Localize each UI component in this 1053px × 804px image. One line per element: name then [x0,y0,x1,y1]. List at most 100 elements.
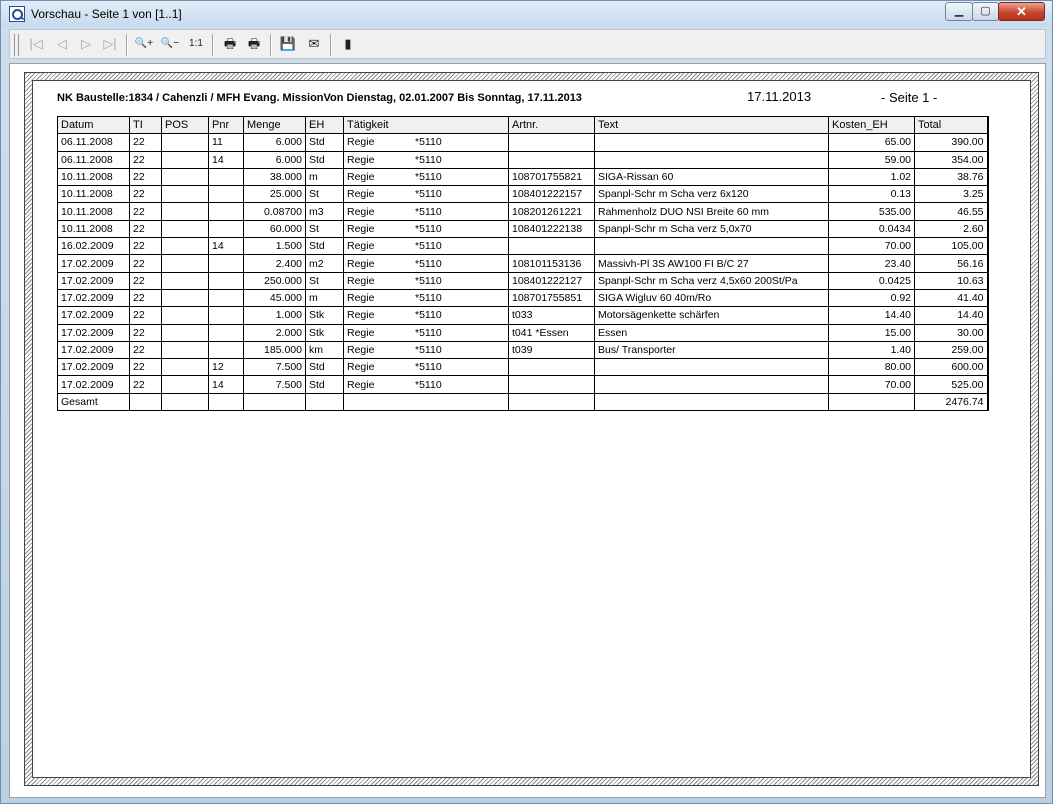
table-row: 17.02.2009 22 185.000 km Regie *5110 t039 Bus/ … [57,340,989,360]
activity-code: *5110 [415,361,442,374]
col-kosten-eh: Kosten_EH [828,115,915,135]
cell-artnr: 108401222127 [508,271,595,290]
cell-eh: km [305,340,344,360]
cell-datum: 17.02.2009 [57,271,130,290]
activity-code: *5110 [415,136,442,149]
email-icon[interactable]: ✉ [304,34,324,54]
cell-taetigkeit: Regie *5110 [343,254,509,273]
cell-menge: 0.08700 [243,202,306,221]
activity-name: Regie [347,188,375,201]
activity-code: *5110 [415,205,442,218]
print-icon[interactable]: 🖶 [220,34,240,54]
cell-menge: 7.500 [243,358,306,377]
actual-size-icon[interactable]: 1:1 [186,34,206,54]
cell-eh: St [305,271,344,290]
zoom-out-icon[interactable]: 🔍− [160,34,180,54]
cell-datum: 17.02.2009 [57,254,130,273]
activity-name: Regie [347,274,375,287]
cell-total: 600.00 [914,358,989,377]
cell-datum: 06.11.2008 [57,133,130,152]
cell-pos [161,150,209,169]
next-page-icon[interactable]: ▷ [76,34,96,54]
cell-total: 3.25 [914,185,989,204]
cell-pos [161,185,209,204]
table-row: 17.02.2009 22 1.000 Stk Regie *5110 t033 Motors… [57,306,989,325]
cell-pos [161,358,209,377]
cell-text: Essen [594,323,829,342]
sum-empty [343,392,509,412]
activity-code: *5110 [415,240,442,253]
cell-menge: 1.000 [243,306,306,325]
sum-empty [828,392,915,412]
cell-datum: 10.11.2008 [57,202,130,221]
cell-total: 30.00 [914,323,989,342]
cell-total: 41.40 [914,288,989,308]
toolbar-grip[interactable] [14,34,19,56]
save-icon[interactable]: 💾 [278,34,298,54]
toolbar-separator [270,34,271,56]
table-row: 16.02.2009 22 14 1.500 Std Regie *5110 70.00 105… [57,237,989,256]
cell-pos [161,167,209,187]
cell-ti: 22 [129,288,162,308]
col-total: Total [914,115,989,135]
cell-kosten-eh: 80.00 [828,358,915,377]
preview-window: Vorschau - Seite 1 von [1..1] ▁ ▢ ✕ |◁ ◁… [0,0,1053,804]
activity-code: *5110 [415,344,442,356]
close-button[interactable]: ✕ [998,2,1045,21]
cell-artnr [508,358,595,377]
previous-page-icon[interactable]: ◁ [52,34,72,54]
exit-icon[interactable]: ▮ [338,34,358,54]
cell-datum: 17.02.2009 [57,340,130,360]
activity-name: Regie [347,309,375,322]
cell-artnr [508,375,595,394]
cell-artnr: 108401222138 [508,219,595,239]
cell-text: Motorsägenkette schärfen [594,306,829,325]
cell-text: Bus/ Transporter [594,340,829,360]
cell-menge: 1.500 [243,237,306,256]
cell-ti: 22 [129,185,162,204]
cell-menge: 6.000 [243,150,306,169]
last-page-icon[interactable]: ▷| [100,34,120,54]
cell-kosten-eh: 23.40 [828,254,915,273]
minimize-button[interactable]: ▁ [945,2,973,21]
cell-eh: Std [305,237,344,256]
col-taetigkeit: Tätigkeit [343,115,509,135]
cell-pos [161,271,209,290]
cell-pnr [208,288,244,308]
activity-code: *5110 [415,274,442,287]
print-setup-icon[interactable]: 🖶 [244,34,264,54]
cell-pnr: 12 [208,358,244,377]
cell-text [594,358,829,377]
cell-eh: Std [305,133,344,152]
cell-eh: Std [305,150,344,169]
cell-pos [161,254,209,273]
cell-artnr: 108701755821 [508,167,595,187]
activity-code: *5110 [415,153,442,166]
cell-taetigkeit: Regie *5110 [343,340,509,360]
cell-artnr [508,237,595,256]
cell-pnr [208,323,244,342]
cell-eh: m2 [305,254,344,273]
cell-ti: 22 [129,254,162,273]
col-menge: Menge [243,115,306,135]
cell-text: Spanpl-Schr m Scha verz 4,5x60 200St/Pa [594,271,829,290]
title-bar[interactable]: Vorschau - Seite 1 von [1..1] ▁ ▢ ✕ [1,1,1052,27]
cell-datum: 10.11.2008 [57,219,130,239]
activity-code: *5110 [415,222,442,235]
table-row: 17.02.2009 22 2.000 Stk Regie *5110 t041 *Esse… [57,323,989,342]
first-page-icon[interactable]: |◁ [26,34,46,54]
cell-pos [161,340,209,360]
activity-name: Regie [347,240,375,253]
cell-taetigkeit: Regie *5110 [343,375,509,394]
cell-taetigkeit: Regie *5110 [343,323,509,342]
activity-name: Regie [347,361,375,374]
col-artnr: Artnr. [508,115,595,135]
zoom-in-icon[interactable]: 🔍+ [134,34,154,54]
maximize-button[interactable]: ▢ [972,2,999,21]
cell-ti: 22 [129,219,162,239]
cell-pnr [208,202,244,221]
sum-empty [243,392,306,412]
cell-pnr: 14 [208,237,244,256]
activity-code: *5110 [415,171,442,184]
table-row: 17.02.2009 22 2.400 m2 Regie *5110 10810115313… [57,254,989,273]
